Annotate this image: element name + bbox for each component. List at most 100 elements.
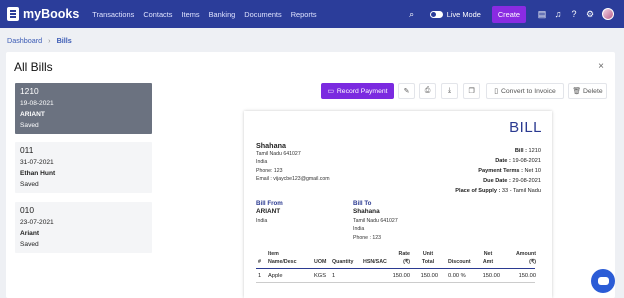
bill-to-heading: Bill To [353, 200, 372, 207]
breadcrumb: Dashboard › Bills [7, 36, 72, 45]
col-header-unit-total: Unit Total [421, 251, 435, 265]
main-nav: Transactions Contacts Items Banking Docu… [92, 10, 325, 19]
cell-unit-total: 150.00 [420, 273, 438, 279]
meta-value: 1210 [528, 148, 541, 154]
address-line: Tamil Nadu 641027 [256, 151, 301, 157]
bell-icon[interactable]: ♫ [550, 9, 566, 19]
bill-document: BILL Shahana Tamil Nadu 641027 India Pho… [244, 111, 552, 298]
chevron-right-icon: › [48, 36, 51, 45]
cell-net-amt: 150.00 [482, 273, 500, 279]
bill-to-address: Tamil Nadu 641027 India Phone : 123 [353, 217, 398, 242]
meta-label: Bill : [514, 148, 527, 154]
col-header-rate: Rate (₹) [398, 251, 410, 265]
chat-icon[interactable] [591, 269, 615, 293]
bill-meta: Bill : 1210 Date : 19-08-2021 Payment Te… [455, 146, 541, 196]
copy-button[interactable]: ❐ [463, 83, 480, 99]
bill-date: 23-07-2021 [20, 219, 54, 226]
create-button[interactable]: Create [491, 5, 526, 23]
nav-contacts[interactable]: Contacts [143, 10, 172, 19]
col-header-quantity: Quantity [332, 259, 354, 265]
record-payment-label: Record Payment [336, 87, 388, 95]
bill-date: 19-08-2021 [20, 100, 54, 107]
trash-icon: 🗑 [572, 88, 581, 95]
bill-vendor: ARIANT [20, 111, 45, 118]
meta-label: Place of Supply : [455, 188, 501, 194]
meta-value: 29-08-2021 [512, 178, 541, 184]
bill-status: Saved [20, 181, 39, 188]
col-header-hsn: HSN/SAC [363, 259, 387, 265]
meta-label: Date : [495, 158, 511, 164]
meta-label: Due Date : [483, 178, 511, 184]
nav-items[interactable]: Items [182, 10, 200, 19]
cell-amount: 150.00 [518, 273, 536, 279]
gear-icon[interactable]: ⚙ [582, 9, 598, 20]
help-icon[interactable]: ? [566, 9, 582, 19]
meta-value: Net 10 [524, 168, 541, 174]
bill-from-address: India [256, 217, 267, 225]
cell-index: 1 [258, 273, 262, 279]
bill-status: Saved [20, 241, 39, 248]
app-logo[interactable]: myBooks [7, 7, 79, 21]
page-title: All Bills [14, 60, 53, 74]
print-button[interactable]: ⎙ [419, 83, 436, 99]
top-navbar: myBooks Transactions Contacts Items Bank… [0, 0, 624, 28]
record-payment-button[interactable]: ▭ Record Payment [321, 83, 394, 99]
bill-status: Saved [20, 122, 39, 129]
nav-transactions[interactable]: Transactions [92, 10, 134, 19]
edit-button[interactable]: ✎ [398, 83, 415, 99]
phone-line: Phone: 123 [256, 167, 283, 174]
cell-rate: 150.00 [392, 273, 410, 279]
bill-list-item[interactable]: 010 23-07-2021 Ariant Saved [15, 202, 152, 253]
breadcrumb-dashboard[interactable]: Dashboard [7, 36, 42, 45]
bill-number: 011 [20, 145, 34, 155]
delete-label: Delete [582, 87, 603, 95]
live-mode-toggle[interactable] [429, 10, 443, 18]
nav-reports[interactable]: Reports [291, 10, 317, 19]
bill-from-heading: Bill From [256, 200, 283, 207]
col-header-index: # [258, 259, 261, 265]
cell-item: Apple [268, 273, 283, 279]
email-line: Email : vijaycbe123@gmail.com [256, 176, 330, 183]
col-header-uom: UOM [314, 259, 327, 265]
main-card: All Bills × 1210 19-08-2021 ARIANT Saved… [6, 52, 615, 298]
printer-icon: ⎙ [424, 87, 431, 94]
bill-date: 31-07-2021 [20, 159, 54, 166]
convert-label: Convert to Invoice [500, 87, 556, 95]
download-button[interactable]: ⤓ [441, 83, 458, 99]
bill-list-item[interactable]: 011 31-07-2021 Ethan Hunt Saved [15, 142, 152, 193]
meta-value: 33 - Tamil Nadu [501, 188, 541, 194]
col-header-net-amt: Net Amt [482, 251, 494, 265]
live-mode-label: Live Mode [446, 9, 481, 19]
pencil-icon: ✎ [403, 88, 410, 95]
close-icon[interactable]: × [598, 61, 604, 72]
table-header-divider [256, 268, 535, 269]
bill-number: 1210 [20, 86, 39, 96]
table-row-divider [256, 282, 535, 283]
bill-number: 010 [20, 205, 34, 215]
search-icon[interactable]: ⌕ [404, 9, 420, 20]
download-icon: ⤓ [447, 87, 451, 94]
bill-vendor: Ethan Hunt [20, 170, 56, 177]
wallet-icon: ▭ [327, 88, 334, 95]
nav-banking[interactable]: Banking [209, 10, 236, 19]
cell-uom: KGS [314, 273, 327, 279]
app-name: myBooks [23, 7, 80, 21]
address-line: Tamil Nadu 641027 [353, 218, 398, 224]
avatar[interactable] [602, 8, 614, 20]
address-line: India [353, 226, 365, 233]
col-header-item: Item Name/Desc [268, 251, 297, 265]
book-icon [7, 7, 19, 21]
bill-to-name: Shahana [353, 208, 380, 215]
company-address: Tamil Nadu 641027 India Phone: 123 Email… [256, 150, 330, 184]
cell-quantity: 1 [332, 273, 336, 279]
copy-icon: ❐ [468, 88, 475, 95]
convert-to-invoice-button[interactable]: ▯ Convert to Invoice [486, 83, 564, 99]
delete-button[interactable]: 🗑 Delete [568, 83, 607, 99]
nav-documents[interactable]: Documents [244, 10, 281, 19]
clipboard-icon[interactable]: ▤ [534, 9, 550, 20]
col-header-discount: Discount [448, 259, 471, 265]
bill-heading: BILL [509, 119, 542, 136]
document-icon: ▯ [494, 88, 498, 95]
top-right-tools: ⌕ Live Mode Create ▤ ♫ ? ⚙ [404, 0, 614, 28]
bill-list-item[interactable]: 1210 19-08-2021 ARIANT Saved [15, 83, 152, 134]
